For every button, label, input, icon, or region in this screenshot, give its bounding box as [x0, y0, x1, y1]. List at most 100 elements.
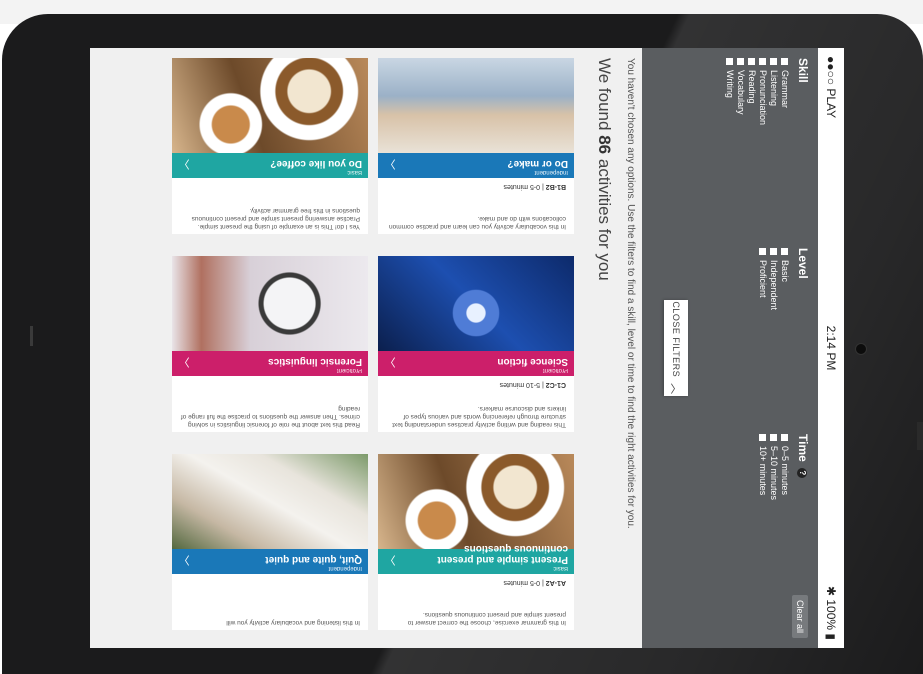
checkbox-icon[interactable] — [781, 58, 788, 65]
skill-option-writing[interactable]: Writing — [724, 58, 735, 125]
battery-icon: ▮ — [824, 633, 838, 640]
side-button — [917, 422, 923, 450]
card-time: 0-5 minutes — [503, 183, 541, 190]
skill-filter: Skill Grammar Listening Pronunciation Re… — [724, 58, 810, 125]
home-button — [30, 326, 33, 346]
checkbox-icon[interactable] — [759, 434, 766, 441]
card-text: In this vocabulary activity you can lear… — [388, 215, 566, 230]
activity-card-do-you-like-coffee[interactable]: Basic Do you like coffee? ﹀ Yes I do! Thi… — [172, 58, 368, 234]
help-icon[interactable]: ? — [797, 467, 808, 478]
skill-option-grammar[interactable]: Grammar — [779, 58, 790, 125]
option-label: Reading — [747, 70, 757, 104]
skill-option-listening[interactable]: Listening — [768, 58, 779, 125]
chevron-down-icon[interactable]: ﹀ — [176, 555, 192, 566]
checkbox-icon[interactable] — [737, 58, 744, 65]
level-heading: Level — [796, 248, 810, 279]
chevron-down-icon[interactable]: ﹀ — [382, 357, 398, 368]
skill-option-reading[interactable]: Reading — [746, 58, 757, 125]
card-text: Read this text about the role of forensi… — [180, 405, 360, 428]
level-option-proficient[interactable]: Proficient — [757, 248, 768, 310]
time-option-5-10[interactable]: 5–10 minutes — [768, 434, 779, 500]
card-text: This reading and writing activity practi… — [392, 405, 566, 428]
option-label: Independent — [769, 260, 779, 311]
card-duration: B1-B2 | 0-5 minutes — [503, 183, 566, 190]
clock: 2:14 PM — [824, 325, 838, 371]
option-label: Grammar — [780, 70, 790, 108]
checkbox-icon[interactable] — [748, 58, 755, 65]
activity-card-science-fiction[interactable]: Proficient Science fiction ﹀ This reading… — [378, 256, 574, 432]
time-heading-label: Time — [796, 434, 810, 462]
checkbox-icon[interactable] — [759, 58, 766, 65]
card-title: Quit, quite and quiet — [265, 554, 362, 565]
card-title-band: Basic Present simple and present continuo… — [378, 543, 574, 574]
activity-image — [378, 454, 574, 549]
time-heading: Time? — [796, 434, 810, 500]
skill-option-vocabulary[interactable]: Vocabulary — [735, 58, 746, 125]
option-label: Proficient — [758, 260, 768, 298]
option-label: 0–5 minutes — [780, 446, 790, 496]
level-filter: Level Basic Independent Proficient — [757, 248, 810, 310]
time-option-0-5[interactable]: 0–5 minutes — [779, 434, 790, 500]
filter-hint-message: You haven't chosen any options. Use the … — [625, 58, 636, 529]
chevron-down-icon[interactable]: ﹀ — [382, 159, 398, 170]
results-prefix: We found — [595, 58, 614, 131]
checkbox-icon[interactable] — [770, 434, 777, 441]
card-title-band: Proficient Science fiction ﹀ — [378, 351, 574, 376]
activity-card-do-or-make[interactable]: Independent Do or make? ﹀ In this vocabul… — [378, 58, 574, 234]
activity-card-quit-quite-quiet[interactable]: Independent Quit, quite and quiet ﹀ In th… — [172, 454, 368, 630]
chevron-down-icon[interactable]: ﹀ — [382, 555, 398, 566]
card-description: Read this text about the role of forensi… — [172, 376, 368, 432]
activity-image — [172, 256, 368, 351]
card-description: In this listening and vocabulary activit… — [172, 574, 368, 630]
chevron-down-icon[interactable]: ﹀ — [176, 357, 192, 368]
time-filter: Time? 0–5 minutes 5–10 minutes 10+ minut… — [757, 434, 810, 500]
card-title: Present simple and present continuous qu… — [437, 543, 568, 565]
card-text: In this listening and vocabulary activit… — [226, 619, 360, 626]
option-label: 5–10 minutes — [769, 446, 779, 501]
card-description: This reading and writing activity practi… — [378, 376, 574, 432]
option-label: Pronunciation — [758, 70, 768, 126]
option-label: Listening — [769, 70, 779, 107]
option-label: Basic — [780, 260, 790, 283]
activity-card-present-simple[interactable]: Basic Present simple and present continuo… — [378, 454, 574, 630]
results-suffix: activities for you — [595, 158, 614, 281]
activity-image — [378, 58, 574, 153]
card-cefr: A1-A2 — [545, 579, 566, 586]
checkbox-icon[interactable] — [781, 434, 788, 441]
checkbox-icon[interactable] — [759, 248, 766, 255]
card-time: 5-10 minutes — [499, 381, 541, 388]
level-option-basic[interactable]: Basic — [779, 248, 790, 310]
card-description: In this vocabulary activity you can lear… — [378, 178, 574, 234]
close-filters-label: CLOSE FILTERS — [671, 301, 681, 378]
tablet-screen: ●●○○ PLAY 2:14 PM ✱ 100% ▮ Skill Grammar… — [90, 48, 844, 648]
option-label: 10+ minutes — [758, 446, 768, 496]
battery-indicator: ✱ 100% ▮ — [824, 585, 838, 640]
card-description: Yes I do! This is an example of using th… — [172, 178, 368, 234]
skill-option-pronunciation[interactable]: Pronunciation — [757, 58, 768, 125]
card-level: Independent — [534, 169, 568, 175]
card-title-band: Basic Do you like coffee? ﹀ — [172, 153, 368, 178]
card-title-band: Proficient Forensic linguistics ﹀ — [172, 351, 368, 376]
checkbox-icon[interactable] — [781, 248, 788, 255]
results-heading: We found 86 activities for you — [594, 58, 614, 281]
time-option-10-plus[interactable]: 10+ minutes — [757, 434, 768, 500]
chevron-down-icon[interactable]: ﹀ — [176, 159, 192, 170]
card-level: Proficient — [336, 367, 362, 373]
close-filters-button[interactable]: CLOSE FILTERS ︿ — [664, 300, 688, 396]
checkbox-icon[interactable] — [770, 58, 777, 65]
card-level: Proficient — [542, 367, 568, 373]
checkbox-icon[interactable] — [726, 58, 733, 65]
activity-card-forensic-linguistics[interactable]: Proficient Forensic linguistics ﹀ Read th… — [172, 256, 368, 432]
option-label: Writing — [725, 70, 735, 98]
card-text: Yes I do! This is an example of using th… — [191, 207, 360, 230]
level-option-independent[interactable]: Independent — [768, 248, 779, 310]
card-title: Do you like coffee? — [270, 158, 362, 169]
card-duration: A1-A2 | 0-5 minutes — [503, 579, 566, 586]
camera-icon — [855, 343, 867, 355]
card-level: Independent — [328, 565, 362, 571]
option-label: Vocabulary — [736, 70, 746, 115]
card-title: Do or make? — [507, 158, 568, 169]
clear-all-button[interactable]: Clear all — [792, 594, 808, 638]
checkbox-icon[interactable] — [770, 248, 777, 255]
activity-image — [378, 256, 574, 351]
